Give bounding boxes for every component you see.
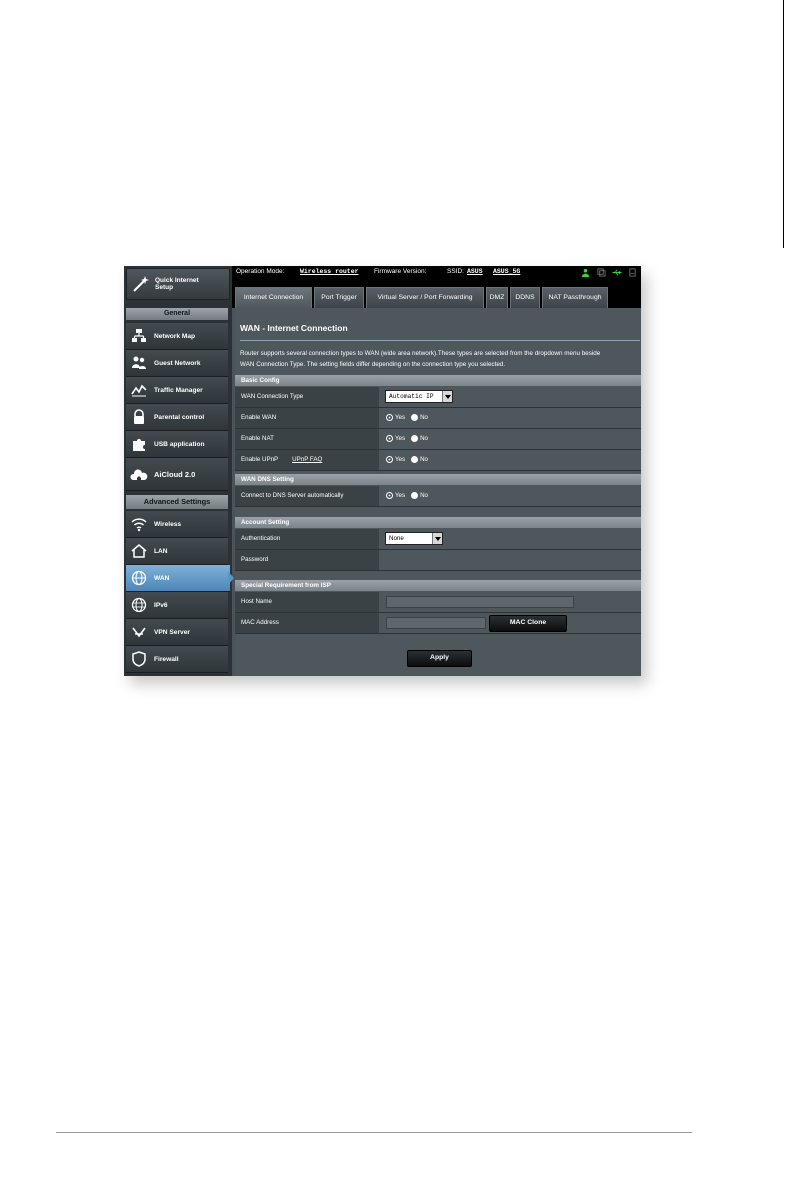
enable-wan-radio-group: Yes No xyxy=(386,414,434,421)
ipv6-globe-icon xyxy=(129,595,149,615)
row-host-name: Host Name xyxy=(235,592,641,613)
sidebar-item-usb-application[interactable]: USB application xyxy=(126,431,228,458)
copy-status-icon[interactable] xyxy=(596,267,606,277)
enable-wan-yes-radio[interactable] xyxy=(386,414,393,421)
active-nav-pointer xyxy=(228,571,234,585)
host-name-input[interactable] xyxy=(386,596,574,608)
sidebar-item-aicloud[interactable]: AiCloud 2.0 xyxy=(126,458,228,491)
connect-dns-yes-radio[interactable] xyxy=(386,492,393,499)
tab-virtual-server[interactable]: Virtual Server / Port Forwarding xyxy=(366,287,484,308)
sidebar-item-traffic-manager[interactable]: Traffic Manager xyxy=(126,377,228,404)
mac-clone-button[interactable]: MAC Clone xyxy=(489,615,567,632)
authentication-select[interactable]: None xyxy=(385,532,443,545)
enable-nat-yes-radio[interactable] xyxy=(386,435,393,442)
content-panel: WAN - Internet Connection Router support… xyxy=(235,308,641,676)
vpn-icon xyxy=(129,622,149,642)
lock-icon xyxy=(129,407,149,427)
page-description: Router supports several connection types… xyxy=(240,350,601,368)
tab-internet-connection[interactable]: Internet Connection xyxy=(235,287,312,308)
usb-status-icon[interactable] xyxy=(612,267,622,277)
enable-wan-no-radio[interactable] xyxy=(411,414,419,421)
user-status-icon[interactable] xyxy=(580,267,590,277)
ssid-link-1[interactable]: ASUS xyxy=(467,268,483,275)
ssid-link-2[interactable]: ASUS_5G xyxy=(493,268,520,275)
mac-address-input[interactable] xyxy=(386,617,486,629)
upnp-faq-link[interactable]: UPnP FAQ xyxy=(292,456,322,463)
cloud-house-icon xyxy=(129,464,149,484)
operation-mode-link[interactable]: Wireless router xyxy=(300,268,359,275)
section-header-wan-dns: WAN DNS Setting xyxy=(235,474,641,485)
apply-button[interactable]: Apply xyxy=(407,650,472,667)
traffic-manager-icon xyxy=(129,380,149,400)
tab-port-trigger[interactable]: Port Trigger xyxy=(314,287,364,308)
row-wan-connection-type: WAN Connection Type Automatic IP xyxy=(235,387,641,408)
row-enable-upnp: Enable UPnP UPnP FAQ Yes No xyxy=(235,450,641,471)
chevron-down-icon xyxy=(432,533,442,544)
enable-upnp-yes-radio[interactable] xyxy=(386,456,393,463)
status-bar: Operation Mode: Wireless router Firmware… xyxy=(232,266,641,279)
wan-connection-type-select[interactable]: Automatic IP xyxy=(385,390,453,403)
page-title: WAN - Internet Connection xyxy=(240,323,348,333)
puzzle-icon xyxy=(129,434,149,454)
sidebar-item-network-map[interactable]: Network Map xyxy=(126,323,228,350)
trim-mark xyxy=(783,0,784,248)
enable-upnp-no-radio[interactable] xyxy=(411,456,419,463)
enable-nat-no-radio[interactable] xyxy=(411,435,419,442)
enable-nat-radio-group: Yes No xyxy=(386,435,434,442)
magic-wand-icon xyxy=(130,273,152,295)
ssid-label: SSID: xyxy=(447,268,464,275)
row-authentication: Authentication None xyxy=(235,529,641,550)
tab-dmz[interactable]: DMZ xyxy=(486,287,508,308)
row-mac-address: MAC Address MAC Clone xyxy=(235,613,641,634)
sidebar-item-ipv6[interactable]: IPv6 xyxy=(126,592,228,619)
section-header-isp: Special Requirement from ISP xyxy=(235,580,641,591)
section-header-account: Account Setting xyxy=(235,517,641,528)
network-map-icon xyxy=(129,326,149,346)
footer-rule xyxy=(56,1132,692,1133)
enable-upnp-radio-group: Yes No xyxy=(386,456,434,463)
sidebar-item-vpn-server[interactable]: VPN Server xyxy=(126,619,228,646)
connect-dns-radio-group: Yes No xyxy=(386,492,434,499)
section-header-basic-config: Basic Config xyxy=(235,375,641,386)
chevron-down-icon xyxy=(442,391,452,402)
shield-icon xyxy=(129,649,149,669)
sidebar: Quick Internet Setup General Network Map… xyxy=(124,266,234,676)
quick-internet-setup-label: Quick Internet Setup xyxy=(155,276,199,292)
printer-status-icon[interactable] xyxy=(627,267,637,277)
globe-icon xyxy=(129,568,149,588)
general-header: General xyxy=(126,308,228,320)
row-password: Password xyxy=(235,550,641,571)
router-admin-screenshot: Quick Internet Setup General Network Map… xyxy=(124,266,641,676)
firmware-version-label: Firmware Version: xyxy=(374,268,427,275)
advanced-settings-header: Advanced Settings xyxy=(126,495,228,509)
sidebar-item-wireless[interactable]: Wireless xyxy=(126,511,228,538)
row-enable-nat: Enable NAT Yes No xyxy=(235,429,641,450)
row-connect-dns: Connect to DNS Server automatically Yes … xyxy=(235,486,641,507)
quick-internet-setup-button[interactable]: Quick Internet Setup xyxy=(126,268,230,300)
operation-mode-label: Operation Mode: xyxy=(236,268,285,275)
sidebar-item-lan[interactable]: LAN xyxy=(126,538,228,565)
title-divider xyxy=(240,340,640,341)
password-field-area xyxy=(379,550,641,570)
sidebar-item-firewall[interactable]: Firewall xyxy=(126,646,228,673)
guest-network-icon xyxy=(129,353,149,373)
wifi-icon xyxy=(129,514,149,534)
connect-dns-no-radio[interactable] xyxy=(411,492,419,499)
sidebar-item-guest-network[interactable]: Guest Network xyxy=(126,350,228,377)
tab-ddns[interactable]: DDNS xyxy=(510,287,540,308)
sidebar-item-parental-control[interactable]: Parental control xyxy=(126,404,228,431)
row-enable-wan: Enable WAN Yes No xyxy=(235,408,641,429)
sidebar-item-wan[interactable]: WAN xyxy=(126,565,230,592)
tab-nat-passthrough[interactable]: NAT Passthrough xyxy=(542,287,608,308)
house-icon xyxy=(129,541,149,561)
